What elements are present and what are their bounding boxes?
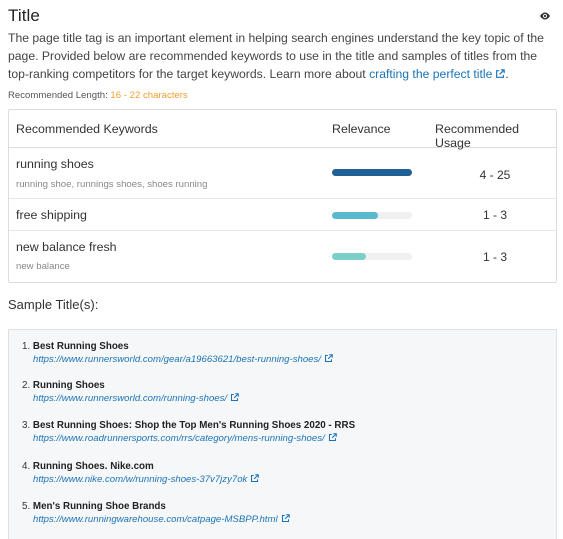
item-number: 4. [22, 461, 31, 472]
sample-url-link[interactable]: https://www.runnersworld.com/gear/a19663… [33, 354, 333, 365]
table-row: running shoes running shoe, runnings sho… [9, 148, 556, 199]
relevance-fill [332, 169, 412, 176]
relevance-bar [332, 253, 412, 260]
sample-title: Running Shoes. Nike.com [32, 461, 154, 472]
sample-title: Men's Running Shoe Brands [32, 501, 166, 512]
relevance-fill [332, 253, 366, 260]
sample-url[interactable]: https://www.roadrunnersports.com/rrs/cat… [33, 433, 325, 444]
sample-title: Running Shoes [32, 380, 105, 391]
recommended-length-value: 16 - 22 characters [110, 90, 188, 101]
item-number: 3. [22, 420, 31, 431]
sample-titles-list: 1. Best Running Shoes https://www.runner… [8, 329, 557, 539]
recommended-length: Recommended Length: 16 - 22 characters [8, 90, 188, 101]
list-item: 4. Running Shoes. Nike.com https://www.n… [22, 461, 260, 485]
header-relevance: Relevance [332, 122, 391, 136]
sample-url[interactable]: https://www.runningwarehouse.com/catpage… [33, 514, 278, 525]
sample-url[interactable]: https://www.runnersworld.com/running-sho… [33, 393, 227, 404]
keyword: new balance fresh [16, 240, 117, 254]
section-header: Title [8, 6, 555, 28]
keyword-variants: running shoe, runnings shoes, shoes runn… [16, 179, 208, 190]
keyword-variants: new balance [16, 261, 70, 272]
section-title: Title [8, 6, 40, 25]
external-link-icon[interactable] [230, 393, 239, 402]
header-usage: Recommended Usage [435, 122, 520, 150]
relevance-bar [332, 212, 412, 219]
learn-more-link[interactable]: crafting the perfect title [369, 67, 506, 81]
sample-url-link[interactable]: https://www.roadrunnersports.com/rrs/cat… [33, 433, 355, 444]
keywords-table: Recommended Keywords Relevance Recommend… [8, 109, 557, 283]
recommended-length-label: Recommended Length: [8, 90, 108, 101]
list-item: 2. Running Shoes https://www.runnersworl… [22, 380, 239, 404]
external-link-icon[interactable] [328, 433, 337, 442]
usage-value: 1 - 3 [482, 208, 507, 222]
sample-url[interactable]: https://www.runnersworld.com/gear/a19663… [33, 354, 321, 365]
section-description: The page title tag is an important eleme… [8, 29, 553, 83]
list-item: 5. Men's Running Shoe Brands https://www… [22, 501, 290, 525]
sample-title: Best Running Shoes [32, 341, 129, 352]
sample-url[interactable]: https://www.nike.com/w/running-shoes-37v… [33, 474, 247, 485]
sample-titles-label: Sample Title(s): [8, 297, 99, 312]
eye-icon[interactable] [539, 11, 551, 21]
external-link-icon[interactable] [495, 69, 506, 79]
learn-more-link-text[interactable]: crafting the perfect title [369, 67, 492, 81]
table-header: Recommended Keywords Relevance Recommend… [9, 110, 556, 150]
relevance-fill [332, 212, 378, 219]
relevance-bar [332, 169, 412, 176]
header-keywords: Recommended Keywords [16, 122, 158, 136]
external-link-icon[interactable] [281, 514, 290, 523]
keyword: free shipping [16, 208, 87, 222]
list-item: 3. Best Running Shoes: Shop the Top Men'… [22, 420, 355, 444]
usage-value: 1 - 3 [482, 250, 507, 264]
list-item: 1. Best Running Shoes https://www.runner… [22, 341, 333, 365]
description-period: . [505, 67, 509, 81]
item-number: 1. [22, 341, 31, 352]
sample-title: Best Running Shoes: Shop the Top Men's R… [32, 420, 356, 431]
external-link-icon[interactable] [250, 474, 260, 483]
item-number: 2. [22, 380, 31, 391]
sample-url-link[interactable]: https://www.nike.com/w/running-shoes-37v… [33, 474, 260, 485]
item-number: 5. [22, 501, 31, 512]
external-link-icon[interactable] [324, 354, 333, 363]
keyword: running shoes [16, 157, 94, 171]
table-row: new balance fresh new balance 1 - 3 [9, 231, 556, 282]
usage-value: 4 - 25 [479, 168, 511, 182]
table-row: free shipping 1 - 3 [9, 199, 556, 231]
sample-url-link[interactable]: https://www.runnersworld.com/running-sho… [33, 393, 239, 404]
sample-url-link[interactable]: https://www.runningwarehouse.com/catpage… [33, 514, 290, 525]
